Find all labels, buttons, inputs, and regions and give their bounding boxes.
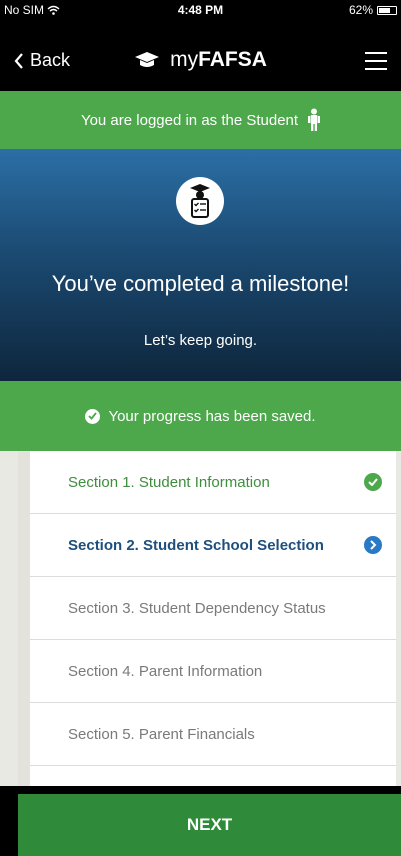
list-left-rail bbox=[18, 451, 30, 786]
status-bar: No SIM 4:48 PM 62% bbox=[0, 0, 401, 36]
graduation-cap-icon bbox=[135, 52, 160, 67]
section-item-2[interactable]: Section 2. Student School Selection bbox=[30, 514, 396, 577]
brand-prefix: my bbox=[170, 48, 199, 71]
checklist-badge-icon bbox=[176, 177, 224, 225]
progress-saved-banner: Your progress has been saved. bbox=[0, 381, 401, 451]
section-label: Section 1. Student Information bbox=[68, 473, 270, 491]
chevron-right-circle-icon bbox=[364, 536, 382, 554]
section-label: Section 5. Parent Financials bbox=[68, 725, 255, 743]
nav-bar: Back myFAFSA bbox=[0, 36, 401, 91]
brand-text: myFAFSA bbox=[170, 48, 267, 72]
milestone-subtitle: Let’s keep going. bbox=[143, 332, 258, 349]
check-circle-icon bbox=[364, 473, 382, 491]
milestone-hero: You’ve completed a milestone! Let’s keep… bbox=[0, 149, 401, 381]
status-time: 4:48 PM bbox=[177, 3, 224, 17]
battery-percent: 62% bbox=[348, 3, 373, 17]
hamburger-menu-icon[interactable] bbox=[365, 52, 387, 70]
section-item-1[interactable]: Section 1. Student Information bbox=[30, 451, 396, 514]
check-circle-icon bbox=[85, 408, 101, 424]
section-list: Section 1. Student Information Section 2… bbox=[30, 451, 396, 786]
section-label: Section 4. Parent Information bbox=[68, 662, 263, 680]
section-item-3[interactable]: Section 3. Student Dependency Status bbox=[30, 577, 396, 640]
status-right: 62% bbox=[349, 3, 397, 17]
logged-in-text: You are logged in as the Student bbox=[80, 111, 299, 129]
milestone-title: You’ve completed a milestone! bbox=[51, 271, 350, 296]
section-item-6-partial bbox=[30, 766, 396, 786]
progress-saved-text: Your progress has been saved. bbox=[108, 407, 316, 425]
battery-icon bbox=[377, 5, 397, 15]
section-item-4[interactable]: Section 4. Parent Information bbox=[30, 640, 396, 703]
next-button[interactable]: NEXT bbox=[18, 794, 401, 856]
logged-in-banner: You are logged in as the Student bbox=[0, 91, 401, 149]
student-figure-icon bbox=[308, 108, 321, 131]
section-label: Section 2. Student School Selection bbox=[68, 536, 324, 554]
section-label: Section 3. Student Dependency Status bbox=[68, 599, 326, 617]
brand-bold: FAFSA bbox=[198, 48, 267, 71]
section-item-5[interactable]: Section 5. Parent Financials bbox=[30, 703, 396, 766]
brand-logo: myFAFSA bbox=[0, 48, 401, 72]
